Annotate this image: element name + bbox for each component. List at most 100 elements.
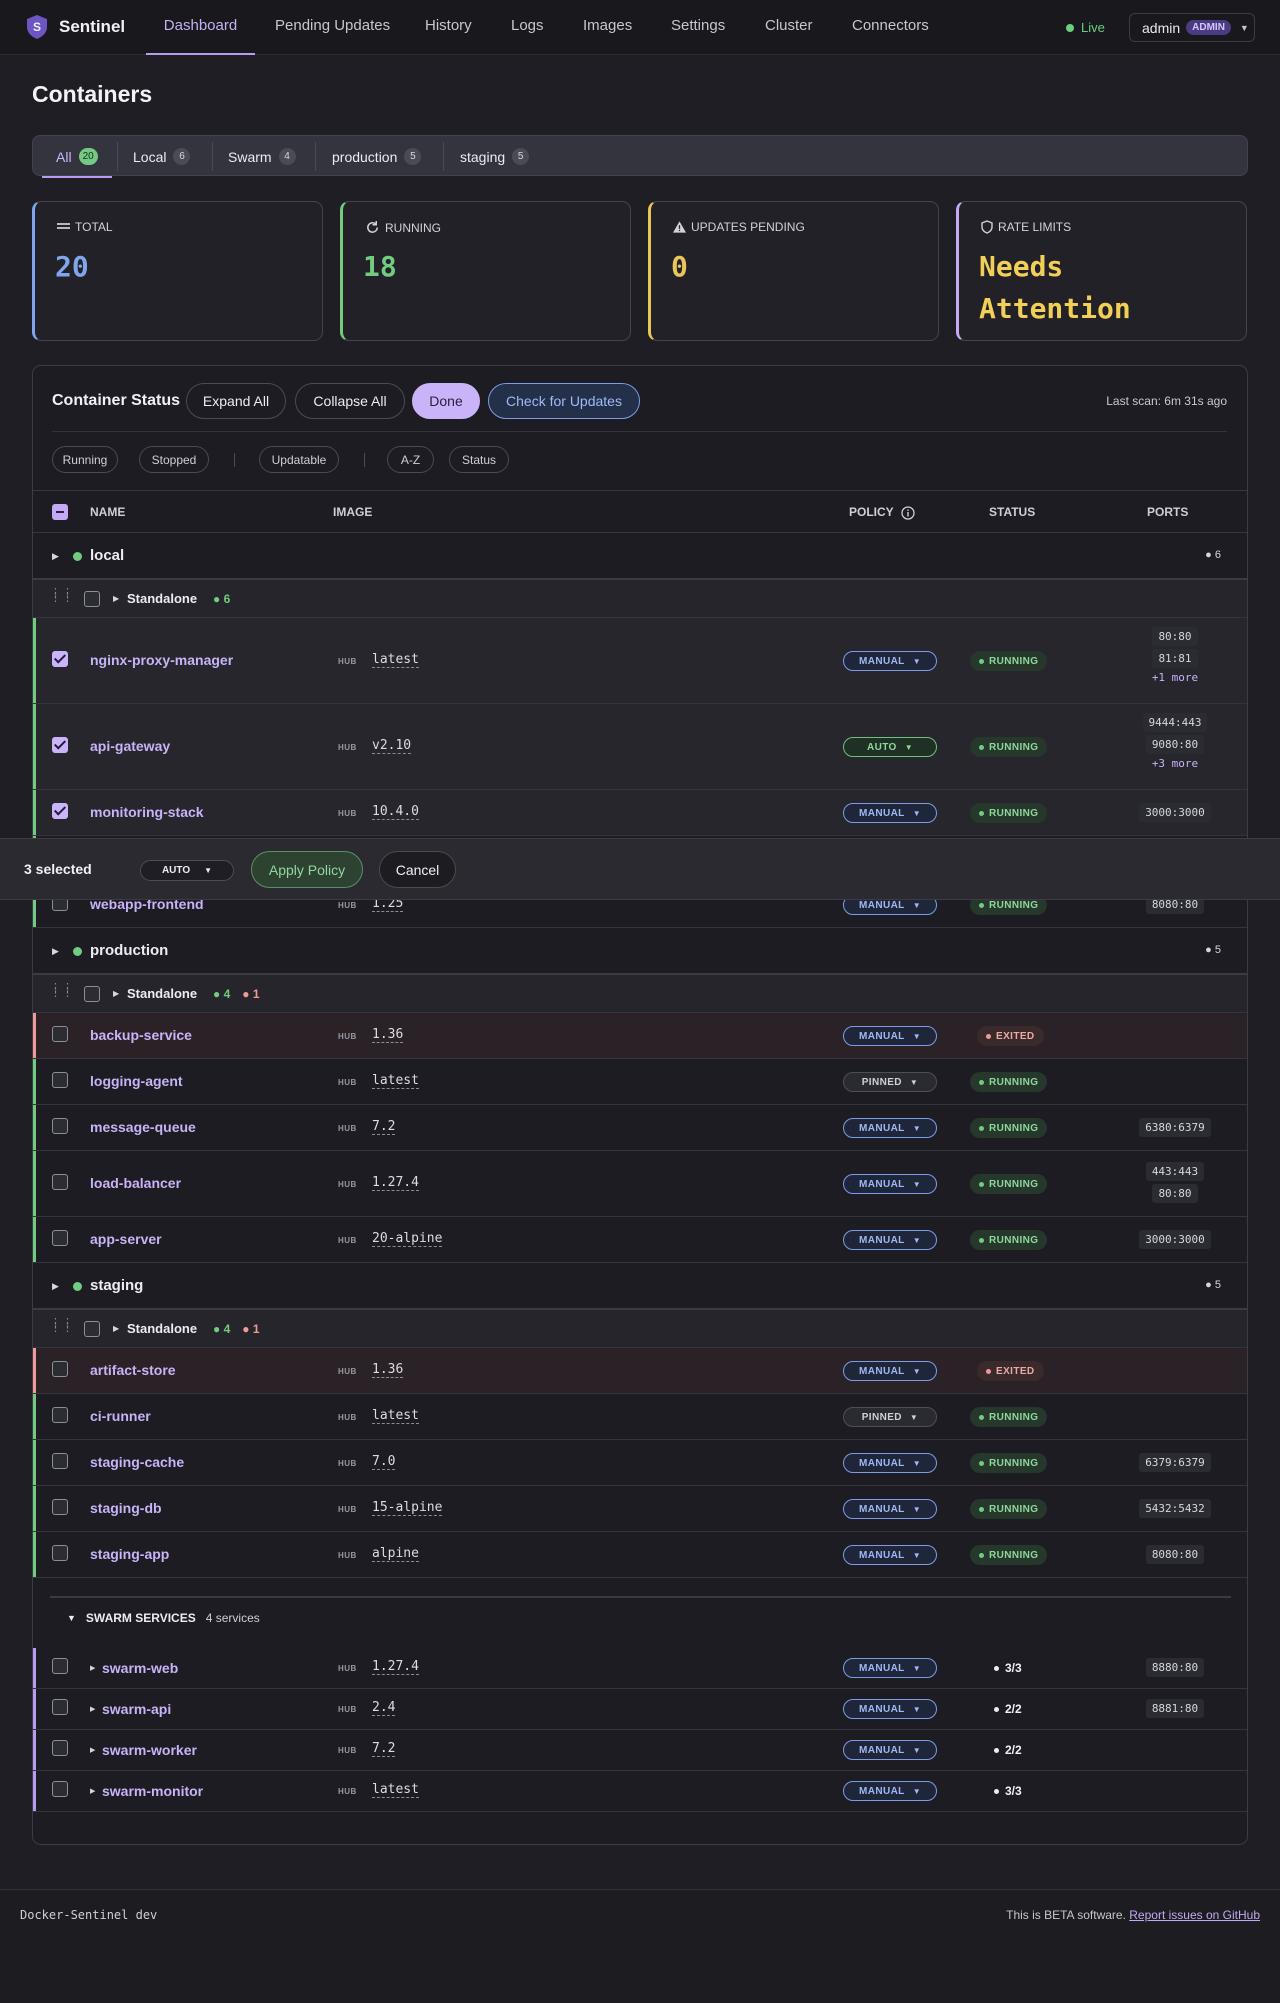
container-name[interactable]: app-server: [90, 1231, 162, 1247]
nav-cluster[interactable]: Cluster: [765, 0, 813, 55]
table-row[interactable]: load-balancer HUB 1.27.4 MANUAL ▼ RUNNING 443:…: [33, 1151, 1247, 1217]
stat-card-updates[interactable]: UPDATES PENDING 0: [648, 201, 939, 341]
policy-select[interactable]: AUTO ▼: [843, 737, 937, 757]
done-button[interactable]: Done: [412, 383, 480, 419]
policy-select[interactable]: MANUAL ▼: [843, 1699, 937, 1719]
table-row[interactable]: staging-cache HUB 7.0 MANUAL ▼ RUNNING 6379:63…: [33, 1440, 1247, 1486]
apply-policy-button[interactable]: Apply Policy: [251, 851, 363, 888]
more-ports-link[interactable]: +1 more: [1152, 671, 1198, 684]
container-name[interactable]: nginx-proxy-manager: [90, 652, 233, 668]
col-status[interactable]: STATUS: [989, 505, 1035, 519]
collapse-all-button[interactable]: Collapse All: [295, 383, 405, 419]
policy-select[interactable]: MANUAL ▼: [843, 1740, 937, 1760]
group-checkbox[interactable]: [84, 591, 100, 607]
image-tag[interactable]: 1.36: [372, 1027, 404, 1043]
image-tag[interactable]: 2.4: [372, 1700, 396, 1716]
policy-select[interactable]: MANUAL ▼: [843, 651, 937, 671]
service-name[interactable]: swarm-monitor: [102, 1783, 203, 1799]
user-menu[interactable]: admin ADMIN ▼: [1129, 13, 1255, 42]
row-checkbox[interactable]: [52, 651, 68, 667]
expand-arrow-icon[interactable]: ▶: [52, 551, 59, 562]
swarm-service-row[interactable]: ▶ swarm-web HUB 1.27.4 MANUAL ▼ 3/3 8880:80: [33, 1648, 1247, 1689]
row-checkbox[interactable]: [52, 1545, 68, 1561]
sort-chip-status[interactable]: Status: [449, 446, 509, 473]
table-row[interactable]: monitoring-stack HUB 10.4.0 MANUAL ▼ RUNNING 3…: [33, 790, 1247, 836]
stat-card-rate-limits[interactable]: RATE LIMITS Needs Attention: [956, 201, 1247, 341]
service-name[interactable]: swarm-api: [102, 1701, 171, 1717]
subgroup-standalone[interactable]: ⋮⋮ ⋮⋮ ▶ Standalone ● 4 ● 1: [33, 975, 1247, 1013]
row-checkbox[interactable]: [52, 1781, 68, 1797]
row-checkbox[interactable]: [52, 1658, 68, 1674]
nav-images[interactable]: Images: [583, 0, 632, 55]
container-name[interactable]: load-balancer: [90, 1175, 181, 1191]
row-checkbox[interactable]: [52, 1026, 68, 1042]
filter-chip-updatable[interactable]: Updatable: [259, 446, 339, 473]
tab-local[interactable]: Local 6: [133, 136, 191, 177]
row-checkbox[interactable]: [52, 737, 68, 753]
expand-arrow-icon[interactable]: ▶: [90, 1705, 95, 1713]
container-name[interactable]: staging-cache: [90, 1454, 184, 1470]
container-name[interactable]: api-gateway: [90, 738, 170, 754]
table-row[interactable]: staging-app HUB alpine MANUAL ▼ RUNNING 8080:8…: [33, 1532, 1247, 1578]
nav-dashboard[interactable]: Dashboard: [146, 0, 255, 55]
expand-arrow-icon[interactable]: ▶: [90, 1787, 95, 1795]
col-policy[interactable]: POLICY: [849, 505, 894, 519]
policy-select[interactable]: MANUAL ▼: [843, 1026, 937, 1046]
image-tag[interactable]: 7.2: [372, 1119, 396, 1135]
col-image[interactable]: IMAGE: [333, 505, 372, 519]
image-tag[interactable]: 1.36: [372, 1362, 404, 1378]
more-ports-link[interactable]: +3 more: [1152, 757, 1198, 770]
report-issues-link[interactable]: Report issues on GitHub: [1129, 1908, 1260, 1922]
select-all-checkbox[interactable]: [52, 504, 68, 520]
image-tag[interactable]: v2.10: [372, 738, 412, 754]
tab-production[interactable]: production 5: [332, 136, 422, 177]
row-checkbox[interactable]: [52, 1230, 68, 1246]
nav-connectors[interactable]: Connectors: [852, 0, 929, 55]
table-row[interactable]: backup-service HUB 1.36 MANUAL ▼ EXITED: [33, 1013, 1247, 1059]
image-tag[interactable]: 1.27.4: [372, 1175, 419, 1191]
image-tag[interactable]: latest: [372, 1408, 419, 1424]
policy-select[interactable]: MANUAL ▼: [843, 1658, 937, 1678]
row-checkbox[interactable]: [52, 1499, 68, 1515]
container-name[interactable]: logging-agent: [90, 1073, 183, 1089]
row-checkbox[interactable]: [52, 1072, 68, 1088]
table-row[interactable]: message-queue HUB 7.2 MANUAL ▼ RUNNING 6380:63…: [33, 1105, 1247, 1151]
container-name[interactable]: staging-db: [90, 1500, 162, 1516]
swarm-service-row[interactable]: ▶ swarm-monitor HUB latest MANUAL ▼ 3/3: [33, 1771, 1247, 1812]
info-icon[interactable]: [901, 506, 915, 520]
policy-select[interactable]: PINNED ▼: [843, 1072, 937, 1092]
image-tag[interactable]: 20-alpine: [372, 1231, 443, 1247]
expand-arrow-icon[interactable]: ▶: [52, 1281, 59, 1292]
table-row[interactable]: artifact-store HUB 1.36 MANUAL ▼ EXITED: [33, 1348, 1247, 1394]
policy-select[interactable]: MANUAL ▼: [843, 803, 937, 823]
filter-chip-running[interactable]: Running: [52, 446, 118, 473]
table-row[interactable]: logging-agent HUB latest PINNED ▼ RUNNING: [33, 1059, 1247, 1105]
image-tag[interactable]: latest: [372, 1073, 419, 1089]
tab-staging[interactable]: staging 5: [460, 136, 530, 177]
tab-all[interactable]: All 20: [42, 136, 112, 178]
tab-swarm[interactable]: Swarm 4: [228, 136, 296, 177]
expand-arrow-icon[interactable]: ▶: [113, 1324, 119, 1333]
image-tag[interactable]: 15-alpine: [372, 1500, 443, 1516]
subgroup-standalone[interactable]: ⋮⋮ ⋮⋮ ▶ Standalone ● 6: [33, 580, 1247, 618]
policy-select[interactable]: MANUAL ▼: [843, 1361, 937, 1381]
policy-select[interactable]: MANUAL ▼: [843, 1453, 937, 1473]
group-production[interactable]: ▶ production ● 5: [33, 928, 1247, 975]
table-row[interactable]: app-server HUB 20-alpine MANUAL ▼ RUNNING 3000…: [33, 1217, 1247, 1263]
image-tag[interactable]: latest: [372, 652, 419, 668]
expand-arrow-icon[interactable]: ▶: [113, 989, 119, 998]
expand-arrow-icon[interactable]: ▶: [90, 1746, 95, 1754]
cancel-button[interactable]: Cancel: [379, 851, 456, 888]
group-checkbox[interactable]: [84, 1321, 100, 1337]
nav-logs[interactable]: Logs: [511, 0, 544, 55]
nav-pending-updates[interactable]: Pending Updates: [275, 0, 390, 55]
image-tag[interactable]: 1.27.4: [372, 1659, 419, 1675]
policy-select[interactable]: PINNED ▼: [843, 1407, 937, 1427]
policy-select[interactable]: MANUAL ▼: [843, 1118, 937, 1138]
service-name[interactable]: swarm-web: [102, 1660, 178, 1676]
image-tag[interactable]: 7.0: [372, 1454, 396, 1470]
container-name[interactable]: monitoring-stack: [90, 804, 204, 820]
nav-history[interactable]: History: [425, 0, 472, 55]
policy-select[interactable]: MANUAL ▼: [843, 1174, 937, 1194]
service-name[interactable]: swarm-worker: [102, 1742, 197, 1758]
